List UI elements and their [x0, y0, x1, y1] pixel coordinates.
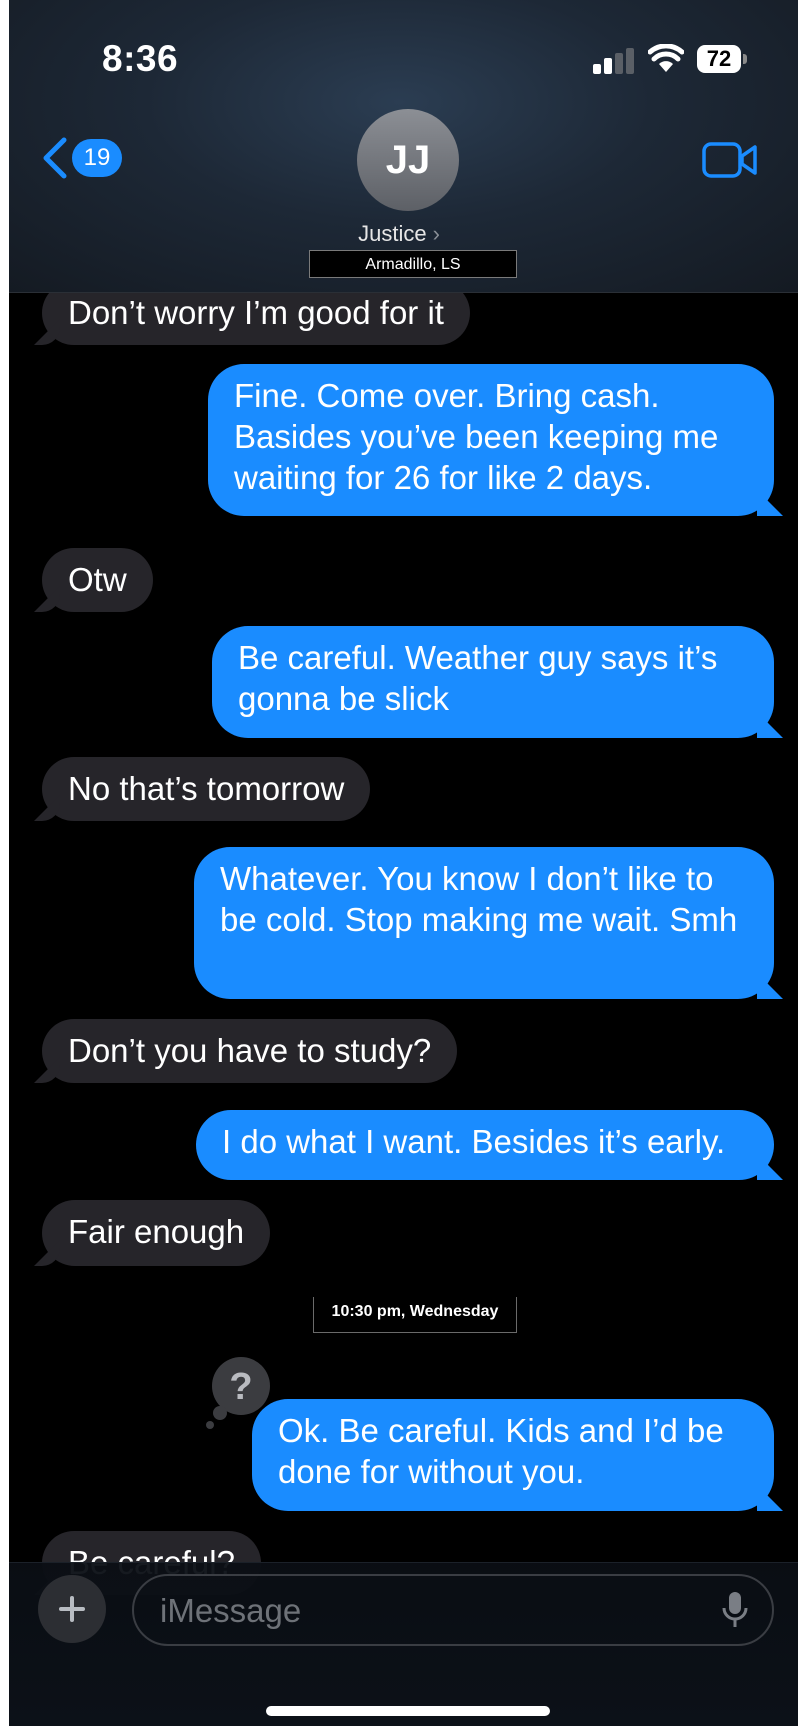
chevron-right-icon: › — [432, 221, 440, 246]
video-camera-icon[interactable] — [702, 141, 758, 179]
message-text: Ok. Be careful. Kids and I’d be done for… — [278, 1412, 724, 1490]
message-text: Fine. Come over. Bring cash. Basides you… — [234, 377, 719, 496]
microphone-icon[interactable] — [721, 1590, 749, 1630]
message-sent[interactable]: Ok. Be careful. Kids and I’d be done for… — [252, 1399, 774, 1511]
message-sent[interactable]: Whatever. You know I don’t like to be co… — [194, 847, 774, 999]
message-text: No that’s tomorrow — [68, 770, 345, 807]
message-input-placeholder: iMessage — [160, 1592, 302, 1629]
unread-count-badge: 19 — [72, 139, 122, 177]
message-received[interactable]: No that’s tomorrow — [42, 757, 371, 821]
signal-icon — [593, 48, 634, 74]
message-text: Don’t you have to study? — [68, 1032, 432, 1069]
battery-icon: 72 — [697, 45, 747, 73]
avatar[interactable]: JJ — [357, 109, 459, 211]
message-text: Fair enough — [68, 1213, 245, 1250]
message-received[interactable]: Don’t you have to study? — [42, 1019, 458, 1083]
message-sent[interactable]: Fine. Come over. Bring cash. Basides you… — [208, 364, 774, 516]
message-text: Be careful. Weather guy says it’s gonna … — [238, 639, 718, 717]
conversation-header: 8:36 72 19 JJ Justice › Armadillo, LS — [0, 0, 798, 293]
back-button[interactable]: 19 — [40, 136, 122, 180]
svg-text:?: ? — [229, 1366, 252, 1408]
message-input[interactable]: iMessage — [132, 1574, 774, 1646]
status-time: 8:36 — [102, 38, 179, 79]
message-sent[interactable]: I do what I want. Besides it’s early. — [196, 1110, 774, 1180]
wifi-icon — [648, 44, 684, 72]
contact-name-button[interactable]: Justice › — [0, 221, 798, 247]
message-text: I do what I want. Besides it’s early. — [222, 1123, 726, 1160]
message-text: Whatever. You know I don’t like to be co… — [220, 860, 738, 938]
message-received[interactable]: Fair enough — [42, 1200, 271, 1266]
message-text: Don’t worry I’m good for it — [68, 294, 444, 331]
plus-icon[interactable] — [38, 1575, 106, 1643]
home-indicator[interactable] — [266, 1706, 550, 1716]
messages-screen: Don’t worry I’m good for it Fine. Come o… — [0, 0, 798, 1726]
back-chevron-icon — [43, 137, 67, 179]
message-sent[interactable]: Be careful. Weather guy says it’s gonna … — [212, 626, 774, 738]
location-label: Armadillo, LS — [309, 250, 517, 278]
message-text: Otw — [68, 561, 127, 598]
timestamp: 10:30 pm, Wednesday — [313, 1297, 517, 1333]
message-received[interactable]: Otw — [42, 548, 153, 612]
contact-name: Justice — [358, 221, 427, 246]
